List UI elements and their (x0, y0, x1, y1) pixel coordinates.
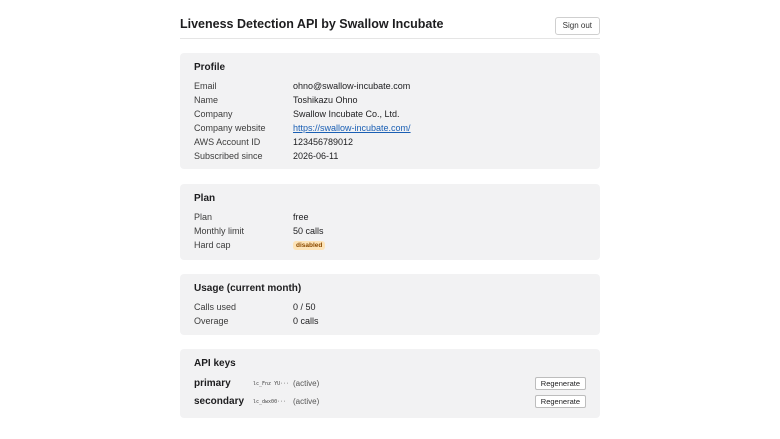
api-key-prefix: lc_Fnz YU··· (253, 381, 290, 387)
monthly-limit-label: Monthly limit (194, 226, 245, 236)
profile-website-value: https://swallow-incubate.com/ (293, 121, 411, 135)
profile-row-name: Name Toshikazu Ohno (194, 93, 586, 107)
profile-row-subscribed: Subscribed since 2026-06-11 (194, 149, 586, 163)
plan-value: free (293, 212, 309, 222)
usage-row-overage: Overage 0 calls (194, 314, 586, 328)
usage-card-title: Usage (current month) (194, 283, 302, 294)
usage-row-calls-used: Calls used 0 / 50 (194, 300, 586, 314)
profile-company-label: Company (194, 109, 233, 119)
profile-email-label: Email (194, 81, 217, 91)
hard-cap-status-badge: disabled (293, 241, 326, 250)
api-key-prefix: lc_dwx00··· (253, 399, 287, 405)
regenerate-primary-key-button[interactable]: Regenerate (534, 377, 586, 390)
plan-label: Plan (194, 212, 213, 222)
plan-card-title: Plan (194, 193, 216, 204)
profile-company-value: Swallow Incubate Co., Ltd. (293, 109, 400, 119)
profile-row-company: Company Swallow Incubate Co., Ltd. (194, 107, 586, 121)
page-header: Liveness Detection API by Swallow Incuba… (180, 14, 600, 39)
profile-card: Profile Email ohno@swallow-incubate.com … (180, 53, 600, 169)
profile-name-label: Name (194, 95, 219, 105)
api-key-row-secondary: secondary lc_dwx00··· (active) Regenerat… (194, 395, 586, 409)
plan-card: Plan Plan free Monthly limit 50 calls Ha… (180, 184, 600, 260)
calls-used-value: 0 / 50 (293, 302, 316, 312)
profile-row-email: Email ohno@swallow-incubate.com (194, 79, 586, 93)
api-key-status: (active) (293, 379, 320, 388)
page-title: Liveness Detection API by Swallow Incuba… (180, 17, 444, 31)
api-key-status: (active) (293, 397, 320, 406)
api-keys-card-title: API keys (194, 358, 236, 369)
overage-value: 0 calls (293, 316, 319, 326)
hard-cap-label: Hard cap (194, 240, 231, 250)
profile-subscribed-label: Subscribed since (194, 151, 263, 161)
plan-row-hard-cap: Hard cap disabled (194, 238, 586, 252)
overage-label: Overage (194, 316, 229, 326)
profile-email-value: ohno@swallow-incubate.com (293, 81, 411, 91)
calls-used-label: Calls used (194, 302, 237, 312)
profile-aws-value: 123456789012 (293, 137, 354, 147)
profile-aws-label: AWS Account ID (194, 137, 261, 147)
api-key-row-primary: primary lc_Fnz YU··· (active) Regenerate (194, 377, 586, 391)
profile-row-website: Company website https://swallow-incubate… (194, 121, 586, 135)
regenerate-secondary-key-button[interactable]: Regenerate (534, 395, 586, 408)
api-key-name: secondary (194, 396, 245, 407)
profile-row-aws-account: AWS Account ID 123456789012 (194, 135, 586, 149)
profile-website-label: Company website (194, 123, 266, 133)
api-key-name: primary (194, 378, 231, 389)
usage-card: Usage (current month) Calls used 0 / 50 … (180, 274, 600, 335)
profile-name-value: Toshikazu Ohno (293, 95, 358, 105)
plan-row-monthly-limit: Monthly limit 50 calls (194, 224, 586, 238)
sign-out-button[interactable]: Sign out (554, 17, 600, 35)
api-keys-card: API keys primary lc_Fnz YU··· (active) R… (180, 349, 600, 418)
profile-card-title: Profile (194, 62, 226, 73)
monthly-limit-value: 50 calls (293, 226, 324, 236)
company-website-link[interactable]: https://swallow-incubate.com/ (293, 123, 411, 133)
profile-subscribed-value: 2026-06-11 (293, 151, 339, 161)
plan-row-plan: Plan free (194, 210, 586, 224)
